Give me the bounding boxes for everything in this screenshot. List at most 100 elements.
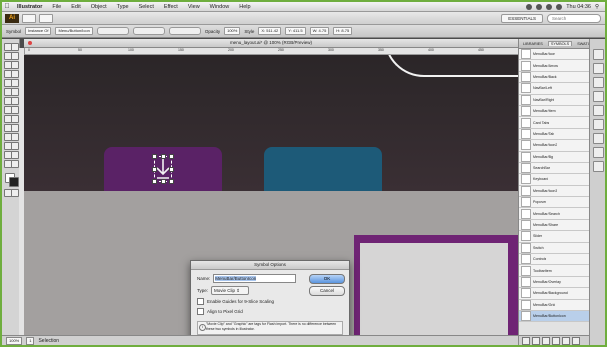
- swatches-panel-icon[interactable]: [593, 63, 604, 74]
- selected-symbol-bounds[interactable]: [152, 154, 174, 184]
- cancel-button[interactable]: Cancel: [309, 286, 345, 296]
- selection-handle[interactable]: [152, 154, 157, 159]
- apple-icon[interactable]: : [2, 3, 12, 10]
- list-item[interactable]: MenuBar/Icon3: [519, 185, 590, 198]
- list-item[interactable]: NavBar/Right: [519, 94, 590, 106]
- list-item[interactable]: MenuBar/Grid: [519, 299, 590, 311]
- transparency-panel-icon[interactable]: [593, 119, 604, 130]
- list-item[interactable]: Card Tabs: [519, 117, 590, 129]
- list-item[interactable]: MenuBar/Icon: [519, 49, 590, 61]
- list-item[interactable]: Popover: [519, 197, 590, 209]
- list-item[interactable]: NavBar/Left: [519, 83, 590, 95]
- stroke-swatch[interactable]: [9, 177, 19, 187]
- list-item[interactable]: MenuBar/Overlay: [519, 276, 590, 289]
- column-graph-tool-icon[interactable]: [11, 142, 19, 150]
- brushes-panel-icon[interactable]: [593, 77, 604, 88]
- volume-icon[interactable]: [546, 3, 553, 10]
- stroke-panel-icon[interactable]: [593, 91, 604, 102]
- blend-tool-icon[interactable]: [11, 133, 19, 141]
- screen-mode-icon[interactable]: [11, 189, 19, 197]
- duplicate-button[interactable]: [168, 27, 201, 35]
- menubar-clock[interactable]: Thu 04:36: [566, 4, 591, 10]
- 9slice-checkbox[interactable]: [197, 298, 204, 305]
- menu-select[interactable]: Select: [134, 4, 159, 10]
- list-item[interactable]: MenuBar/Background: [519, 288, 590, 300]
- selection-handle[interactable]: [161, 179, 166, 184]
- artboard-field[interactable]: 1: [26, 336, 35, 345]
- menu-app-name[interactable]: Illustrator: [12, 4, 47, 10]
- selection-handle[interactable]: [152, 167, 157, 172]
- symbol-libraries-icon[interactable]: [522, 337, 530, 345]
- spotlight-icon[interactable]: ⚲: [595, 4, 599, 10]
- zoom-field[interactable]: 100%: [6, 336, 23, 345]
- list-item[interactable]: MenuBar/Item: [519, 105, 590, 118]
- menu-type[interactable]: Type: [112, 4, 134, 10]
- artboard-canvas[interactable]: Symbol Options Name: MenuBar/ButtonIcon …: [24, 55, 518, 335]
- perspective-grid-tool-icon[interactable]: [11, 115, 19, 123]
- scale-tool-icon[interactable]: [11, 97, 19, 105]
- lasso-tool-icon[interactable]: [11, 52, 19, 60]
- type-tool-icon[interactable]: [11, 61, 19, 69]
- battery-icon[interactable]: [556, 3, 563, 10]
- list-item[interactable]: MenuBar/Share: [519, 219, 590, 232]
- artboards-panel-icon[interactable]: [593, 161, 604, 172]
- list-item[interactable]: ToolbarItem: [519, 265, 590, 277]
- new-symbol-icon[interactable]: [562, 337, 570, 345]
- purple-frame-shape[interactable]: [354, 235, 518, 335]
- list-item[interactable]: SearchBar: [519, 162, 590, 175]
- list-item[interactable]: MenuBar/Back: [519, 71, 590, 84]
- slice-tool-icon[interactable]: [11, 151, 19, 159]
- selection-handle[interactable]: [169, 167, 174, 172]
- edit-symbol-button[interactable]: [96, 27, 129, 35]
- symbol-name-field[interactable]: Menu/Button/Icon: [55, 27, 93, 35]
- symbol-options-icon[interactable]: [552, 337, 560, 345]
- workspace-switcher[interactable]: ESSENTIALS: [501, 13, 543, 23]
- rectangle-tool-icon[interactable]: [11, 70, 19, 78]
- break-link-icon[interactable]: [542, 337, 550, 345]
- bridge-button[interactable]: [22, 13, 36, 23]
- symbol-name-input[interactable]: MenuBar/ButtonIcon: [213, 274, 297, 283]
- pencil-tool-icon[interactable]: [11, 79, 19, 87]
- menu-view[interactable]: View: [183, 4, 205, 10]
- list-item[interactable]: Keyboard: [519, 174, 590, 186]
- layers-panel-icon[interactable]: [593, 147, 604, 158]
- menu-file[interactable]: File: [47, 4, 66, 10]
- x-field[interactable]: X: 511.42: [258, 27, 282, 35]
- gradient-panel-icon[interactable]: [593, 105, 604, 116]
- list-item[interactable]: Slider: [519, 231, 590, 243]
- color-panel-icon[interactable]: [593, 49, 604, 60]
- status-icon[interactable]: [526, 3, 533, 10]
- zoom-tool-icon[interactable]: [11, 160, 19, 168]
- document-tab[interactable]: menu_layout.ai* @ 100% (RGB/Preview): [24, 39, 518, 48]
- list-item[interactable]: MenuBar/Search: [519, 208, 590, 220]
- selection-handle[interactable]: [152, 179, 157, 184]
- menu-effect[interactable]: Effect: [159, 4, 183, 10]
- ok-button[interactable]: OK: [309, 274, 345, 284]
- h-field[interactable]: H: 8.75: [333, 27, 353, 35]
- list-item[interactable]: MenuBar/Arrow: [519, 60, 590, 72]
- menu-edit[interactable]: Edit: [66, 4, 85, 10]
- eraser-tool-icon[interactable]: [11, 88, 19, 96]
- appearance-panel-icon[interactable]: [593, 133, 604, 144]
- tab-libraries[interactable]: LIBRARIES: [521, 42, 545, 46]
- selection-handle[interactable]: [169, 179, 174, 184]
- list-item[interactable]: MenuBar/Bg: [519, 151, 590, 163]
- delete-symbol-icon[interactable]: [572, 337, 580, 345]
- list-item[interactable]: MenuBar/Tab: [519, 128, 590, 141]
- arrange-documents-button[interactable]: [39, 13, 53, 23]
- selection-handle[interactable]: [161, 154, 166, 159]
- y-field[interactable]: Y: 411.5: [285, 27, 306, 35]
- close-document-icon[interactable]: [28, 41, 32, 45]
- list-item[interactable]: MenuBar/Icon2: [519, 140, 590, 152]
- pixel-grid-checkbox[interactable]: [197, 308, 204, 315]
- selection-handle[interactable]: [169, 154, 174, 159]
- menu-help[interactable]: Help: [234, 4, 255, 10]
- list-item[interactable]: Switch: [519, 242, 590, 255]
- free-transform-tool-icon[interactable]: [11, 106, 19, 114]
- menu-window[interactable]: Window: [205, 4, 235, 10]
- list-item[interactable]: Controls: [519, 254, 590, 266]
- break-link-button[interactable]: [132, 27, 165, 35]
- place-symbol-icon[interactable]: [532, 337, 540, 345]
- w-field[interactable]: W: 4.75: [309, 27, 330, 35]
- opacity-field[interactable]: 100%: [224, 27, 241, 35]
